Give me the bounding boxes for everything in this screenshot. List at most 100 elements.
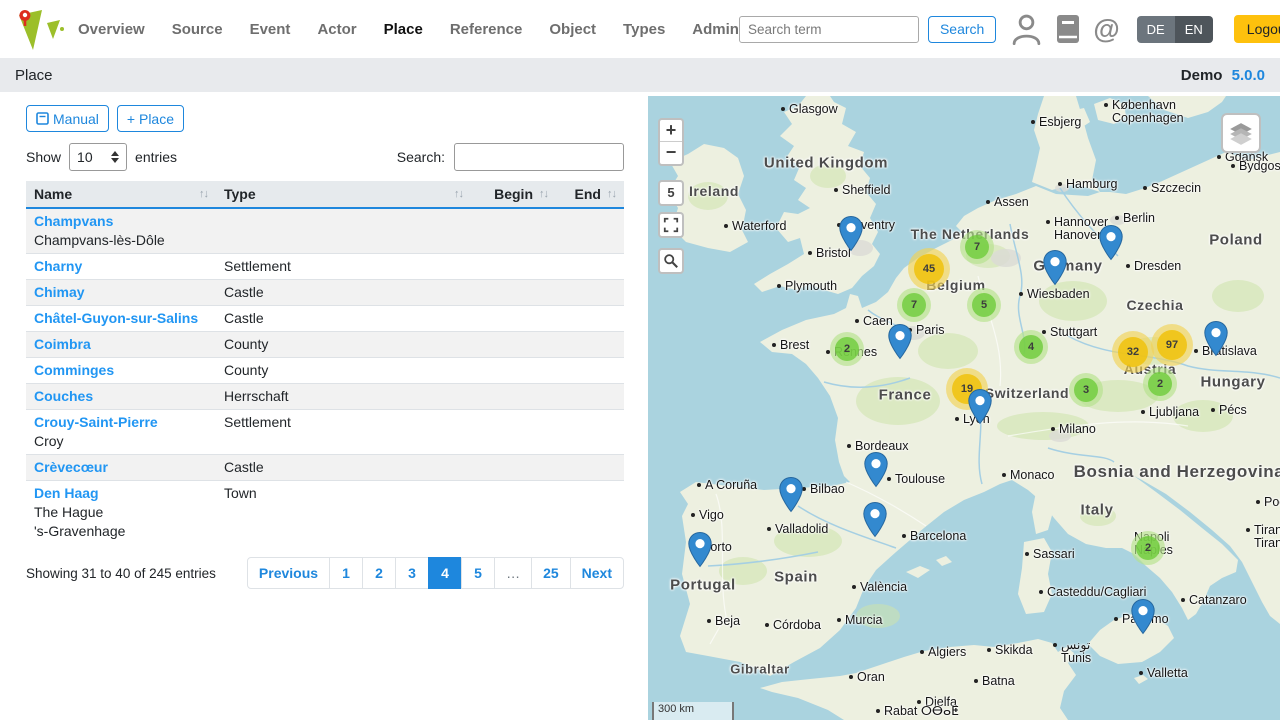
map-cluster[interactable]: 2 — [1131, 531, 1165, 565]
column-header-type[interactable]: Type↑↓ — [216, 181, 471, 208]
page-button-3[interactable]: 3 — [395, 557, 429, 589]
page-button-2[interactable]: 2 — [362, 557, 396, 589]
page-button-previous[interactable]: Previous — [247, 557, 330, 589]
add-place-button[interactable]: + Place — [117, 105, 184, 132]
place-link[interactable]: Couches — [34, 388, 208, 404]
page-size-select[interactable]: 10 — [69, 143, 127, 171]
name-cell: Crouy-Saint-PierreCroy — [26, 410, 216, 455]
place-link[interactable]: Crouy-Saint-Pierre — [34, 414, 208, 430]
layers-control[interactable] — [1221, 113, 1261, 153]
map-marker[interactable] — [864, 452, 888, 488]
map-cluster[interactable]: 5 — [967, 288, 1001, 322]
zoom-level-indicator[interactable]: 5 — [658, 180, 684, 206]
table-row[interactable]: CouchesHerrschaft — [26, 384, 624, 410]
sort-icon[interactable]: ↑↓ — [607, 188, 616, 200]
table-search-input[interactable] — [454, 143, 624, 171]
contact-at-icon[interactable]: @ — [1093, 16, 1119, 43]
sort-icon[interactable]: ↑↓ — [539, 188, 548, 200]
map-marker[interactable] — [863, 502, 887, 538]
table-row[interactable]: CoimbraCounty — [26, 332, 624, 358]
city-label-text: Ljubljana — [1149, 406, 1199, 419]
map-cluster[interactable]: 97 — [1151, 324, 1193, 366]
map-cluster[interactable]: 2 — [830, 332, 864, 366]
map-marker[interactable] — [839, 216, 863, 252]
page-button-5[interactable]: 5 — [461, 557, 495, 589]
nav-item-event[interactable]: Event — [250, 21, 291, 38]
manual-book-icon[interactable] — [1054, 14, 1082, 44]
map-marker[interactable] — [1099, 225, 1123, 261]
page-button-25[interactable]: 25 — [531, 557, 571, 589]
place-link[interactable]: Coimbra — [34, 336, 208, 352]
place-link[interactable]: Chimay — [34, 284, 208, 300]
nav-item-object[interactable]: Object — [549, 21, 596, 38]
manual-button[interactable]: Manual — [26, 105, 109, 132]
table-row[interactable]: ChimayCastle — [26, 280, 624, 306]
profile-icon[interactable] — [1010, 13, 1043, 46]
city-label: Milano — [1051, 423, 1096, 436]
end-cell — [556, 384, 624, 410]
map-marker[interactable] — [1131, 599, 1155, 635]
logout-button[interactable]: Logout — [1234, 15, 1280, 43]
version-link[interactable]: 5.0.0 — [1232, 67, 1265, 84]
map-cluster[interactable]: 4 — [1014, 330, 1048, 364]
page-button-next[interactable]: Next — [570, 557, 624, 589]
table-row[interactable]: Châtel-Guyon-sur-SalinsCastle — [26, 306, 624, 332]
city-label: Skikda — [987, 644, 1033, 657]
city-label: Waterford — [724, 220, 786, 233]
zoom-out-button[interactable]: − — [660, 142, 682, 164]
global-search-button[interactable]: Search — [928, 16, 996, 43]
page-button-1[interactable]: 1 — [329, 557, 363, 589]
map-marker[interactable] — [1043, 250, 1067, 286]
place-link[interactable]: Châtel-Guyon-sur-Salins — [34, 310, 208, 326]
place-link[interactable]: Charny — [34, 258, 208, 274]
city-dot — [955, 417, 959, 421]
map-cluster[interactable]: 32 — [1112, 331, 1154, 373]
nav-item-overview[interactable]: Overview — [78, 21, 145, 38]
lang-de-button[interactable]: DE — [1137, 16, 1175, 43]
map-marker[interactable] — [1204, 321, 1228, 357]
map[interactable]: United KingdomIrelandThe NetherlandsBelg… — [648, 96, 1280, 720]
city-label-text: Sassari — [1033, 548, 1075, 561]
nav-item-place[interactable]: Place — [384, 21, 423, 38]
zoom-in-button[interactable]: + — [660, 120, 682, 142]
nav-item-types[interactable]: Types — [623, 21, 665, 38]
global-search-input[interactable] — [739, 16, 919, 43]
map-cluster[interactable]: 2 — [1143, 367, 1177, 401]
map-marker[interactable] — [688, 532, 712, 568]
map-marker[interactable] — [779, 477, 803, 513]
place-link[interactable]: Comminges — [34, 362, 208, 378]
map-cluster[interactable]: 7 — [897, 288, 931, 322]
place-link[interactable]: Champvans — [34, 213, 208, 229]
app-logo-icon[interactable] — [16, 6, 66, 52]
column-header-end[interactable]: End↑↓ — [556, 181, 624, 208]
page-button-4[interactable]: 4 — [428, 557, 462, 589]
table-row[interactable]: Den HaagThe Hague's-GravenhageTown — [26, 481, 624, 545]
city-dot — [902, 534, 906, 538]
column-header-begin[interactable]: Begin↑↓ — [471, 181, 556, 208]
table-row[interactable]: CharnySettlement — [26, 254, 624, 280]
map-cluster[interactable]: 7 — [960, 230, 994, 264]
nav-item-actor[interactable]: Actor — [317, 21, 356, 38]
fullscreen-button[interactable] — [658, 212, 684, 238]
map-cluster[interactable]: 3 — [1069, 373, 1103, 407]
nav-item-source[interactable]: Source — [172, 21, 223, 38]
city-label: Berlin — [1115, 212, 1155, 225]
map-marker[interactable] — [968, 389, 992, 425]
city-dot — [1031, 120, 1035, 124]
nav-item-admin[interactable]: Admin — [692, 21, 739, 38]
table-row[interactable]: CommingesCounty — [26, 358, 624, 384]
table-row[interactable]: Crouy-Saint-PierreCroySettlement — [26, 410, 624, 455]
column-header-name[interactable]: Name↑↓ — [26, 181, 216, 208]
table-row[interactable]: ChampvansChampvans-lès-Dôle — [26, 208, 624, 254]
nav-item-reference[interactable]: Reference — [450, 21, 523, 38]
map-cluster[interactable]: 45 — [908, 248, 950, 290]
lang-en-button[interactable]: EN — [1175, 16, 1213, 43]
sort-icon[interactable]: ↑↓ — [199, 188, 208, 200]
sort-icon[interactable]: ↑↓ — [454, 188, 463, 200]
table-row[interactable]: CrèvecœurCastle — [26, 455, 624, 481]
place-link[interactable]: Den Haag — [34, 485, 208, 501]
map-search-button[interactable] — [658, 248, 684, 274]
city-dot — [876, 709, 880, 713]
place-link[interactable]: Crèvecœur — [34, 459, 208, 475]
map-marker[interactable] — [888, 324, 912, 360]
